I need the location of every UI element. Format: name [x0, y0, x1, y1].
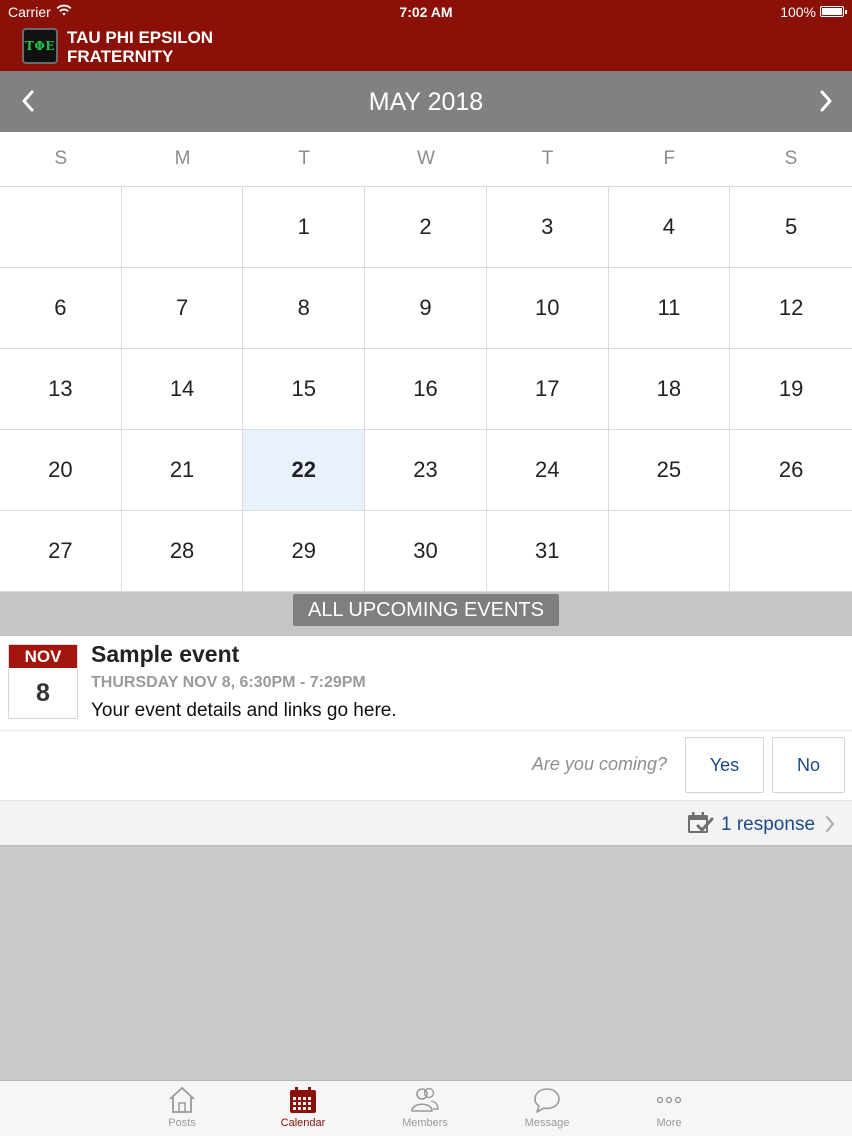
weekday-label: S: [54, 148, 68, 169]
day-cell[interactable]: 9: [365, 268, 487, 349]
rsvp-question: Are you coming?: [531, 754, 667, 774]
day-cell[interactable]: [608, 511, 731, 592]
all-upcoming-events-button[interactable]: ALL UPCOMING EVENTS: [293, 594, 559, 626]
tab-label: Posts: [168, 1117, 196, 1129]
weekday-label: S: [784, 148, 798, 169]
tab-label: Calendar: [280, 1117, 326, 1129]
day-cell[interactable]: 25: [608, 430, 731, 511]
responses-row[interactable]: 1 response: [0, 800, 852, 847]
day-cell[interactable]: [121, 187, 244, 268]
day-cell[interactable]: 13: [0, 349, 122, 430]
month-navigation: MAY 2018: [0, 71, 852, 132]
divider: [0, 730, 852, 731]
speech-bubble-icon: [534, 1088, 560, 1113]
event-month: NOV: [9, 645, 77, 668]
day-cell[interactable]: 24: [486, 430, 609, 511]
weekday-label: T: [541, 148, 554, 169]
day-cell[interactable]: 16: [365, 349, 487, 430]
status-bar: Carrier 7:02 AM 100%: [0, 0, 852, 24]
day-cell[interactable]: 14: [121, 349, 244, 430]
tab-label: More: [656, 1117, 682, 1129]
day-cell[interactable]: 30: [365, 511, 487, 592]
day-cell[interactable]: 23: [365, 430, 487, 511]
rsvp-yes-button[interactable]: Yes: [685, 737, 764, 793]
event-card[interactable]: NOV 8 Sample event THURSDAY NOV 8, 6:30P…: [0, 636, 852, 800]
day-cell[interactable]: 3: [486, 187, 609, 268]
calendar-grid: 1 2 3 4 5 6 7 8 9 10 11 12 13 14 15 16 1…: [0, 186, 852, 592]
battery-percent: 100%: [780, 4, 816, 20]
clock: 7:02 AM: [399, 4, 453, 20]
chevron-right-icon: [820, 90, 832, 112]
day-cell[interactable]: 21: [121, 430, 244, 511]
home-icon: [169, 1087, 195, 1113]
tab-label: Message: [524, 1117, 570, 1129]
battery-icon: [820, 6, 847, 17]
tab-bar: Posts Calendar Members Message More: [0, 1080, 852, 1136]
event-time: THURSDAY NOV 8, 6:30PM - 7:29PM: [91, 674, 366, 691]
day-cell[interactable]: 20: [0, 430, 122, 511]
response-count: 1 response: [721, 814, 816, 835]
event-title[interactable]: Sample event: [91, 641, 239, 668]
day-cell[interactable]: 28: [121, 511, 244, 592]
calendar-icon: [290, 1087, 316, 1113]
next-month-button[interactable]: [806, 81, 846, 121]
day-cell[interactable]: 8: [243, 268, 366, 349]
tab-message[interactable]: Message: [507, 1085, 587, 1129]
org-name-line2: FRATERNITY: [67, 47, 174, 66]
day-cell-today[interactable]: 22: [243, 430, 366, 511]
weekday-label: M: [174, 148, 191, 169]
day-cell[interactable]: 12: [730, 268, 852, 349]
tab-more[interactable]: More: [629, 1085, 709, 1129]
day-cell[interactable]: 27: [0, 511, 122, 592]
day-cell[interactable]: 17: [486, 349, 609, 430]
day-cell[interactable]: 1: [243, 187, 366, 268]
day-cell[interactable]: 29: [243, 511, 366, 592]
logo-letters: ΤΦΕ: [24, 39, 56, 53]
day-cell[interactable]: 4: [608, 187, 731, 268]
calendar-check-icon: [688, 812, 714, 833]
day-cell[interactable]: 15: [243, 349, 366, 430]
day-cell[interactable]: 2: [365, 187, 487, 268]
org-name-line1: TAU PHI EPSILON: [67, 28, 214, 47]
more-dots-icon: [656, 1096, 682, 1104]
event-description: Your event details and links go here.: [91, 700, 397, 721]
rsvp-no-button[interactable]: No: [772, 737, 845, 793]
org-name: TAU PHI EPSILON FRATERNITY: [67, 28, 327, 66]
day-cell[interactable]: [0, 187, 122, 268]
day-cell[interactable]: 7: [121, 268, 244, 349]
day-cell[interactable]: 18: [608, 349, 731, 430]
weekday-label: T: [298, 148, 311, 169]
tab-members[interactable]: Members: [385, 1085, 465, 1129]
tab-posts[interactable]: Posts: [142, 1085, 222, 1129]
org-logo[interactable]: ΤΦΕ: [22, 28, 58, 64]
day-cell[interactable]: 31: [486, 511, 609, 592]
weekday-label: W: [416, 148, 435, 169]
month-title: MAY 2018: [368, 88, 484, 116]
day-cell[interactable]: 5: [730, 187, 852, 268]
weekday-label: F: [663, 148, 676, 169]
day-cell[interactable]: [730, 511, 852, 592]
day-cell[interactable]: 6: [0, 268, 122, 349]
event-day: 8: [36, 679, 50, 707]
day-cell[interactable]: 10: [486, 268, 609, 349]
tab-label: Members: [402, 1117, 448, 1129]
weekday-header: S M T W T F S: [0, 132, 852, 186]
chevron-right-icon: [826, 816, 834, 832]
app-header: ΤΦΕ TAU PHI EPSILON FRATERNITY: [0, 24, 852, 71]
people-icon: [411, 1087, 439, 1112]
day-cell[interactable]: 26: [730, 430, 852, 511]
tab-calendar[interactable]: Calendar: [263, 1085, 343, 1129]
day-cell[interactable]: 19: [730, 349, 852, 430]
day-cell[interactable]: 11: [608, 268, 731, 349]
event-date-badge: NOV 8: [8, 644, 78, 719]
